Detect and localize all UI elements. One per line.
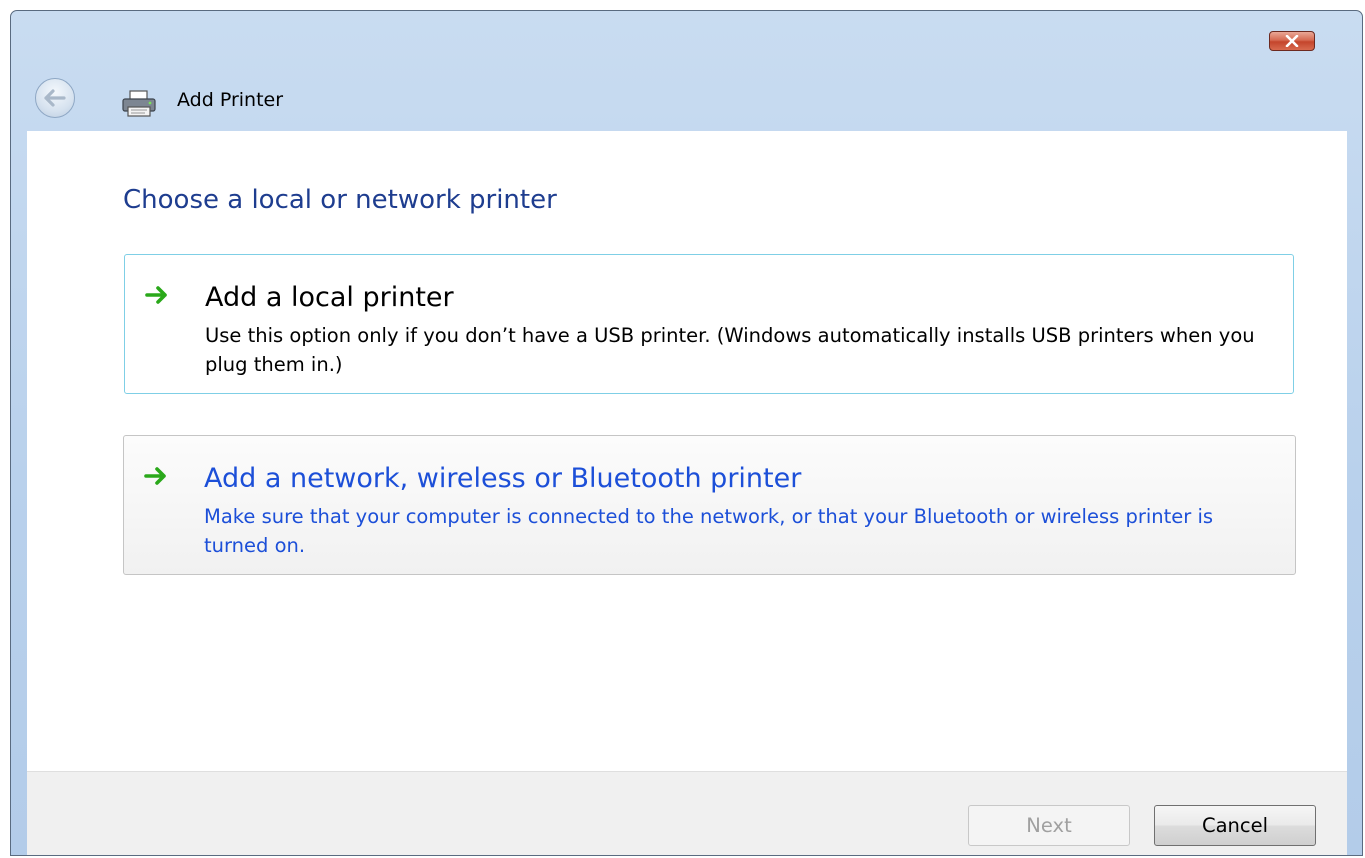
option-title: Add a network, wireless or Bluetooth pri… xyxy=(204,463,802,494)
desktop-background xyxy=(0,0,10,858)
green-arrow-icon xyxy=(145,286,167,304)
cancel-button[interactable]: Cancel xyxy=(1154,805,1316,846)
option-description: Make sure that your computer is connecte… xyxy=(204,505,1214,557)
next-button[interactable]: Next xyxy=(968,805,1130,846)
add-printer-window: Add Printer Choose a local or network pr… xyxy=(10,10,1363,856)
window-title: Add Printer xyxy=(177,89,284,111)
content-area: Choose a local or network printer Add a … xyxy=(27,131,1347,771)
option-title: Add a local printer xyxy=(205,282,454,313)
add-local-printer-option[interactable]: Add a local printer Use this option only… xyxy=(124,254,1294,394)
close-button[interactable] xyxy=(1269,31,1315,51)
back-button[interactable] xyxy=(35,78,75,118)
option-description: Use this option only if you don’t have a… xyxy=(205,324,1255,376)
button-bar: Next Cancel xyxy=(27,771,1347,855)
close-icon xyxy=(1285,35,1299,47)
green-arrow-icon xyxy=(144,467,166,485)
back-arrow-icon xyxy=(44,89,66,107)
page-heading: Choose a local or network printer xyxy=(123,185,557,215)
printer-icon xyxy=(122,90,156,117)
add-network-printer-option[interactable]: Add a network, wireless or Bluetooth pri… xyxy=(123,435,1296,575)
